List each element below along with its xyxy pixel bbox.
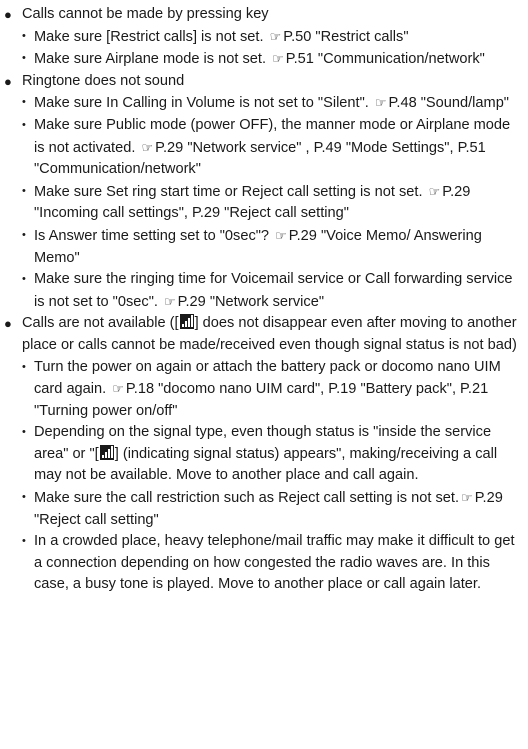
trouble-section: ● Calls are not available ([] does not di…	[4, 313, 520, 596]
check-item: • Make sure the ringing time for Voicemai…	[4, 269, 520, 313]
check-item-text: In a crowded place, heavy telephone/mail…	[34, 531, 520, 596]
pointing-hand-reference-icon: ☞	[428, 183, 441, 199]
check-item: • Make sure the call restriction such as …	[4, 487, 520, 531]
check-item-text: Make sure Set ring start time or Reject …	[34, 181, 520, 225]
text-run: Make sure Set ring start time or Reject …	[34, 183, 427, 200]
sub-bullet-icon: •	[22, 184, 26, 197]
sub-bullet-icon: •	[22, 535, 26, 548]
pointing-hand-reference-icon: ☞	[112, 381, 124, 397]
pointing-hand-reference-icon: ☞	[374, 95, 387, 111]
pointing-hand-reference-icon: ☞	[141, 139, 154, 155]
trouble-section: ● Calls cannot be made by pressing key • Ma…	[4, 4, 520, 71]
text-run: P.50 "Restrict calls"	[283, 28, 409, 45]
check-item: • In a crowded place, heavy telephone/mai…	[4, 531, 520, 596]
bullet-icon: ●	[4, 7, 12, 22]
section-heading: ● Ringtone does not sound	[4, 71, 520, 93]
check-item: • Depending on the signal type, even thou…	[4, 422, 520, 487]
sub-bullet-icon: •	[22, 360, 26, 373]
sub-bullet-icon: •	[22, 491, 26, 504]
sub-bullet-icon: •	[22, 96, 26, 109]
sub-bullet-icon: •	[22, 118, 26, 131]
text-run: Calls are not available ([	[22, 315, 179, 332]
check-item-text: Is Answer time setting set to "0sec"? ☞ P…	[34, 225, 520, 269]
sub-bullet-icon: •	[22, 52, 26, 65]
troubleshooting-page: ● Calls cannot be made by pressing key • Ma…	[0, 0, 528, 749]
check-item-text: Make sure In Calling in Volume is not se…	[34, 92, 520, 115]
check-list: • Turn the power on again or attach the b…	[4, 357, 520, 597]
sub-bullet-icon: •	[22, 426, 26, 439]
check-item-text: Depending on the signal type, even thoug…	[34, 422, 520, 487]
bullet-icon: ●	[4, 316, 12, 332]
section-heading-text: Ringtone does not sound	[22, 72, 185, 89]
section-heading-text: Calls are not available ([] does not dis…	[22, 313, 520, 356]
check-item: • Make sure In Calling in Volume is not s…	[4, 92, 520, 115]
check-list: • Make sure In Calling in Volume is not s…	[4, 92, 520, 313]
check-item: • Is Answer time setting set to "0sec"? ☞…	[4, 225, 520, 269]
check-item: • Make sure Public mode (power OFF), the …	[4, 115, 520, 181]
pointing-hand-reference-icon: ☞	[163, 293, 176, 309]
check-item: • Make sure Airplane mode is not set. ☞ P.…	[4, 48, 520, 71]
pointing-hand-reference-icon: ☞	[269, 28, 282, 44]
pointing-hand-reference-icon: ☞	[461, 490, 473, 506]
check-item-text: Make sure Airplane mode is not set. ☞ P.5…	[34, 48, 520, 71]
text-run: Make sure In Calling in Volume is not se…	[34, 95, 373, 112]
check-item: • Make sure Set ring start time or Reject…	[4, 181, 520, 225]
text-run: P.29 "Network service"	[177, 293, 324, 310]
text-run: Make sure [Restrict calls] is not set.	[34, 28, 268, 45]
check-item-text: Make sure Public mode (power OFF), the m…	[34, 115, 520, 181]
text-run: P.48 "Sound/lamp"	[388, 95, 509, 112]
trouble-section: ● Ringtone does not sound • Make sure In Ca…	[4, 71, 520, 314]
bullet-icon: ●	[4, 73, 12, 89]
signal-strength-icon	[99, 444, 114, 460]
check-item-text: Turn the power on again or attach the ba…	[34, 357, 520, 423]
pointing-hand-reference-icon: ☞	[275, 227, 287, 243]
text-run: Make sure the call restriction such as R…	[34, 490, 460, 507]
text-run: Is Answer time setting set to "0sec"?	[34, 227, 274, 244]
check-item-text: Make sure the call restriction such as R…	[34, 487, 520, 531]
check-item-text: Make sure [Restrict calls] is not set. ☞…	[34, 26, 520, 49]
section-heading-text: Calls cannot be made by pressing key	[22, 6, 269, 22]
text-run: Make sure Airplane mode is not set.	[34, 51, 271, 68]
check-list: • Make sure [Restrict calls] is not set. …	[4, 26, 520, 71]
check-item: • Make sure [Restrict calls] is not set. …	[4, 26, 520, 49]
section-heading: ● Calls are not available ([] does not di…	[4, 313, 520, 356]
signal-strength-icon	[179, 314, 194, 330]
check-item-text: Make sure the ringing time for Voicemail…	[34, 269, 520, 313]
sub-bullet-icon: •	[22, 29, 26, 42]
text-run: In a crowded place, heavy telephone/mail…	[34, 533, 515, 593]
pointing-hand-reference-icon: ☞	[272, 51, 284, 67]
text-run: P.51 "Communication/network"	[285, 51, 485, 68]
sub-bullet-icon: •	[22, 273, 26, 286]
section-heading: ● Calls cannot be made by pressing key	[4, 4, 520, 26]
check-item: • Turn the power on again or attach the b…	[4, 357, 520, 423]
sub-bullet-icon: •	[22, 228, 26, 241]
